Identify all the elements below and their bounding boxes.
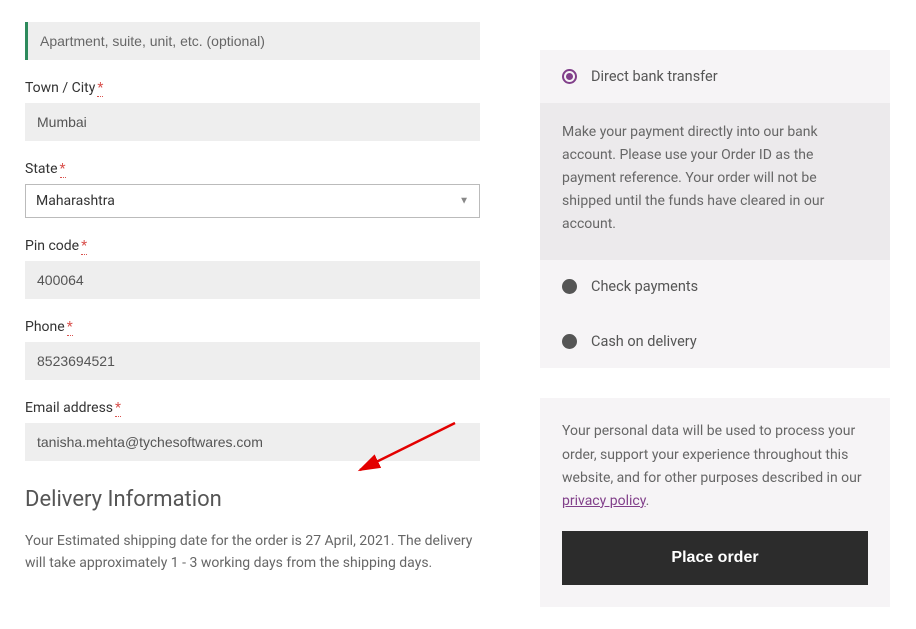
radio-unselected-icon [562, 334, 577, 349]
state-label: State* [25, 161, 480, 177]
payment-option-check[interactable]: Check payments [540, 260, 890, 313]
city-input[interactable] [25, 103, 480, 141]
radio-selected-icon [562, 69, 577, 84]
city-label: Town / City* [25, 80, 480, 96]
email-field: Email address* [25, 400, 480, 461]
required-mark: * [97, 80, 103, 97]
privacy-block: Your personal data will be used to proce… [540, 398, 890, 606]
email-label: Email address* [25, 400, 480, 416]
payment-option-label: Direct bank transfer [591, 68, 718, 85]
required-mark: * [67, 319, 73, 336]
chevron-down-icon: ▼ [459, 196, 469, 207]
privacy-text: Your personal data will be used to proce… [562, 420, 868, 512]
payment-option-cod[interactable]: Cash on delivery [540, 315, 890, 368]
delivery-info-text: Your Estimated shipping date for the ord… [25, 530, 480, 575]
payment-option-bank[interactable]: Direct bank transfer [540, 50, 890, 103]
place-order-button[interactable]: Place order [562, 531, 868, 585]
phone-label: Phone* [25, 319, 480, 335]
required-mark: * [81, 238, 87, 255]
state-select[interactable]: Maharashtra ▼ [25, 184, 480, 218]
phone-field: Phone* [25, 319, 480, 380]
postcode-label: Pin code* [25, 238, 480, 254]
payment-methods: Direct bank transfer Make your payment d… [540, 50, 890, 368]
phone-input[interactable] [25, 342, 480, 380]
payment-option-label: Cash on delivery [591, 333, 697, 350]
postcode-input[interactable] [25, 261, 480, 299]
email-input[interactable] [25, 423, 480, 461]
payment-option-label: Check payments [591, 278, 698, 295]
state-field: State* Maharashtra ▼ [25, 161, 480, 218]
city-field: Town / City* [25, 80, 480, 141]
state-selected-value: Maharashtra [36, 193, 115, 209]
order-summary: Direct bank transfer Make your payment d… [540, 22, 890, 607]
postcode-field: Pin code* [25, 238, 480, 299]
privacy-policy-link[interactable]: privacy policy [562, 493, 646, 509]
billing-form: Town / City* State* Maharashtra ▼ Pin co… [25, 22, 480, 607]
radio-unselected-icon [562, 279, 577, 294]
delivery-heading: Delivery Information [25, 487, 480, 512]
payment-bank-description: Make your payment directly into our bank… [540, 103, 890, 260]
address2-input[interactable] [25, 22, 480, 60]
required-mark: * [60, 161, 66, 178]
address2-field [25, 22, 480, 60]
required-mark: * [115, 400, 121, 417]
